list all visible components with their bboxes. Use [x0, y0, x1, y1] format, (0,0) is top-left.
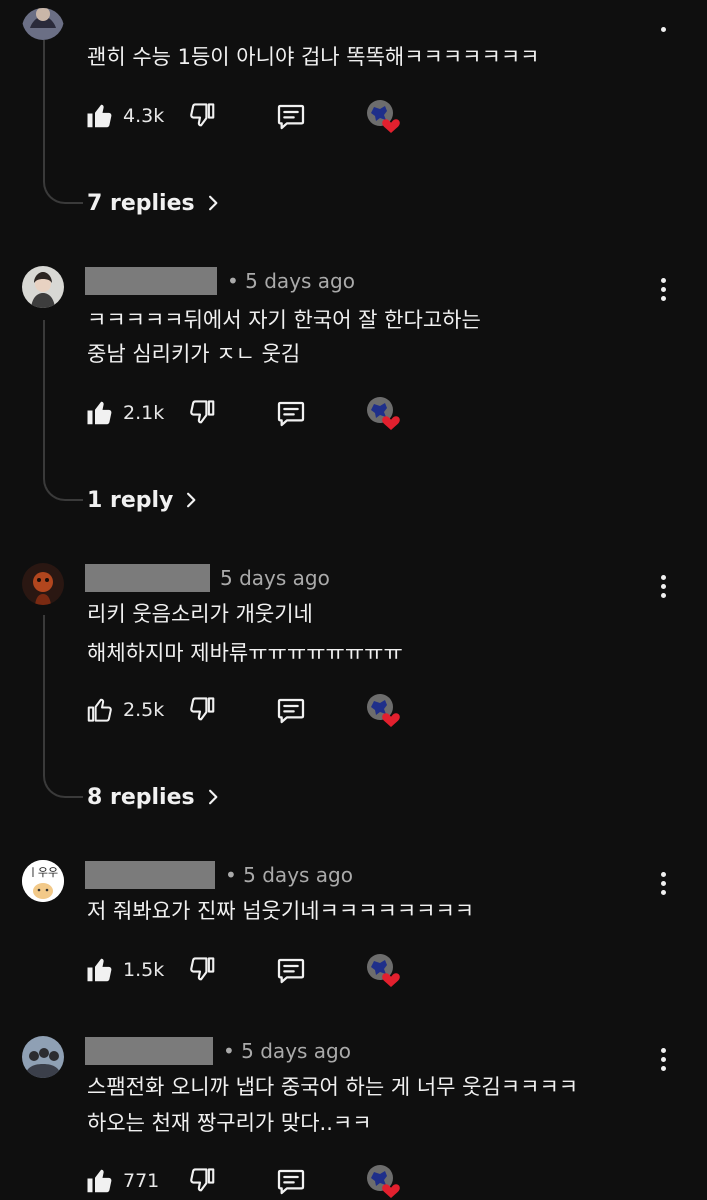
comment-meta: • 5 days ago [85, 266, 355, 296]
comment-date: • 5 days ago [225, 863, 353, 887]
redacted-username [85, 1037, 213, 1065]
avatar-text: ㅣ우우 [28, 866, 58, 879]
thread-line [43, 40, 45, 179]
comment-actions: 1.5k [85, 952, 425, 988]
like-icon [85, 955, 115, 985]
avatar[interactable]: ㅣ우우 [22, 860, 64, 902]
comment-text-line: 리키 웃음소리가 개웃기네 [87, 602, 313, 626]
thread-curve [43, 178, 83, 204]
thread-line [43, 615, 45, 773]
more-vert-icon[interactable] [652, 1044, 674, 1074]
dislike-icon[interactable] [187, 100, 217, 130]
view-replies-button[interactable]: 7 replies [87, 187, 223, 219]
comment-actions: 4.3k [85, 98, 425, 134]
creator-heart-icon [365, 1163, 401, 1199]
creator-heart-icon [365, 395, 401, 431]
dislike-icon[interactable] [187, 954, 217, 984]
reply-icon[interactable] [275, 694, 307, 726]
more-vert-icon[interactable] [652, 16, 674, 32]
comment-text-line: 저 줘봐요가 진짜 넘웃기네ㅋㅋㅋㅋㅋㅋㅋㅋ [87, 899, 475, 923]
like-button[interactable]: 771 [85, 1163, 159, 1199]
comment-text-line: 스팸전화 오니까 냅다 중국어 하는 게 너무 웃김ㅋㅋㅋㅋ [87, 1075, 579, 1099]
redacted-username [85, 267, 217, 295]
like-icon [85, 695, 115, 725]
comment-text-line: ㅋㅋㅋㅋㅋ뒤에서 자기 한국어 잘 한다고하는 [87, 308, 481, 332]
like-count: 771 [123, 1170, 160, 1192]
like-count: 2.5k [123, 699, 165, 721]
comment-date: • 5 days ago [223, 1039, 351, 1063]
thread-curve [43, 772, 83, 798]
comment-actions: 2.1k [85, 395, 425, 431]
creator-heart-icon [365, 952, 401, 988]
like-icon [85, 398, 115, 428]
replies-label: 8 replies [87, 784, 195, 810]
chevron-right-icon [203, 787, 223, 807]
like-button[interactable]: 2.5k [85, 692, 164, 728]
reply-icon[interactable] [275, 954, 307, 986]
avatar[interactable] [22, 266, 64, 308]
like-count: 4.3k [123, 105, 165, 127]
dislike-icon[interactable] [187, 397, 217, 427]
comment-text-line: 괜히 수능 1등이 아니야 겁나 똑똑해ㅋㅋㅋㅋㅋㅋㅋ [87, 45, 540, 69]
reply-icon[interactable] [275, 1165, 307, 1197]
creator-heart-icon [365, 692, 401, 728]
comment-date: 5 days ago [220, 566, 330, 590]
comment-meta: • 5 days ago [85, 860, 353, 890]
more-vert-icon[interactable] [652, 571, 674, 601]
comment-text-line: 해체하지마 제바류ㅠㅠㅠㅠㅠㅠㅠㅠ [87, 641, 403, 665]
more-vert-icon[interactable] [652, 868, 674, 898]
reply-icon[interactable] [275, 100, 307, 132]
avatar[interactable] [22, 563, 64, 605]
comment-date: • 5 days ago [227, 269, 355, 293]
like-button[interactable]: 2.1k [85, 395, 164, 431]
thread-line [43, 320, 45, 476]
like-icon [85, 1166, 115, 1196]
top-cropped-bar [0, 0, 707, 8]
like-button[interactable]: 4.3k [85, 98, 164, 134]
like-icon [85, 101, 115, 131]
like-count: 2.1k [123, 402, 165, 424]
comment-meta: 5 days ago [85, 563, 330, 593]
redacted-username [85, 861, 215, 889]
comment-actions: 2.5k [85, 692, 425, 728]
like-button[interactable]: 1.5k [85, 952, 164, 988]
comment-text-line: 하오는 천재 짱구리가 맞다..ㅋㅋ [87, 1111, 372, 1135]
replies-label: 7 replies [87, 190, 195, 216]
comment-meta: • 5 days ago [85, 1036, 351, 1066]
avatar[interactable] [22, 8, 64, 48]
creator-heart-icon [365, 98, 401, 134]
reply-icon[interactable] [275, 397, 307, 429]
avatar[interactable] [22, 1036, 64, 1078]
comment-text-line: 중남 심리키가 ㅈㄴ 웃김 [87, 342, 301, 366]
chevron-right-icon [181, 490, 201, 510]
comment-actions: 771 [85, 1163, 425, 1199]
view-replies-button[interactable]: 8 replies [87, 781, 223, 813]
chevron-right-icon [203, 193, 223, 213]
dislike-icon[interactable] [187, 1165, 217, 1195]
view-replies-button[interactable]: 1 reply [87, 484, 201, 516]
dislike-icon[interactable] [187, 694, 217, 724]
replies-label: 1 reply [87, 487, 174, 513]
redacted-username [85, 564, 210, 592]
thread-curve [43, 475, 83, 501]
more-vert-icon[interactable] [652, 274, 674, 304]
like-count: 1.5k [123, 959, 165, 981]
